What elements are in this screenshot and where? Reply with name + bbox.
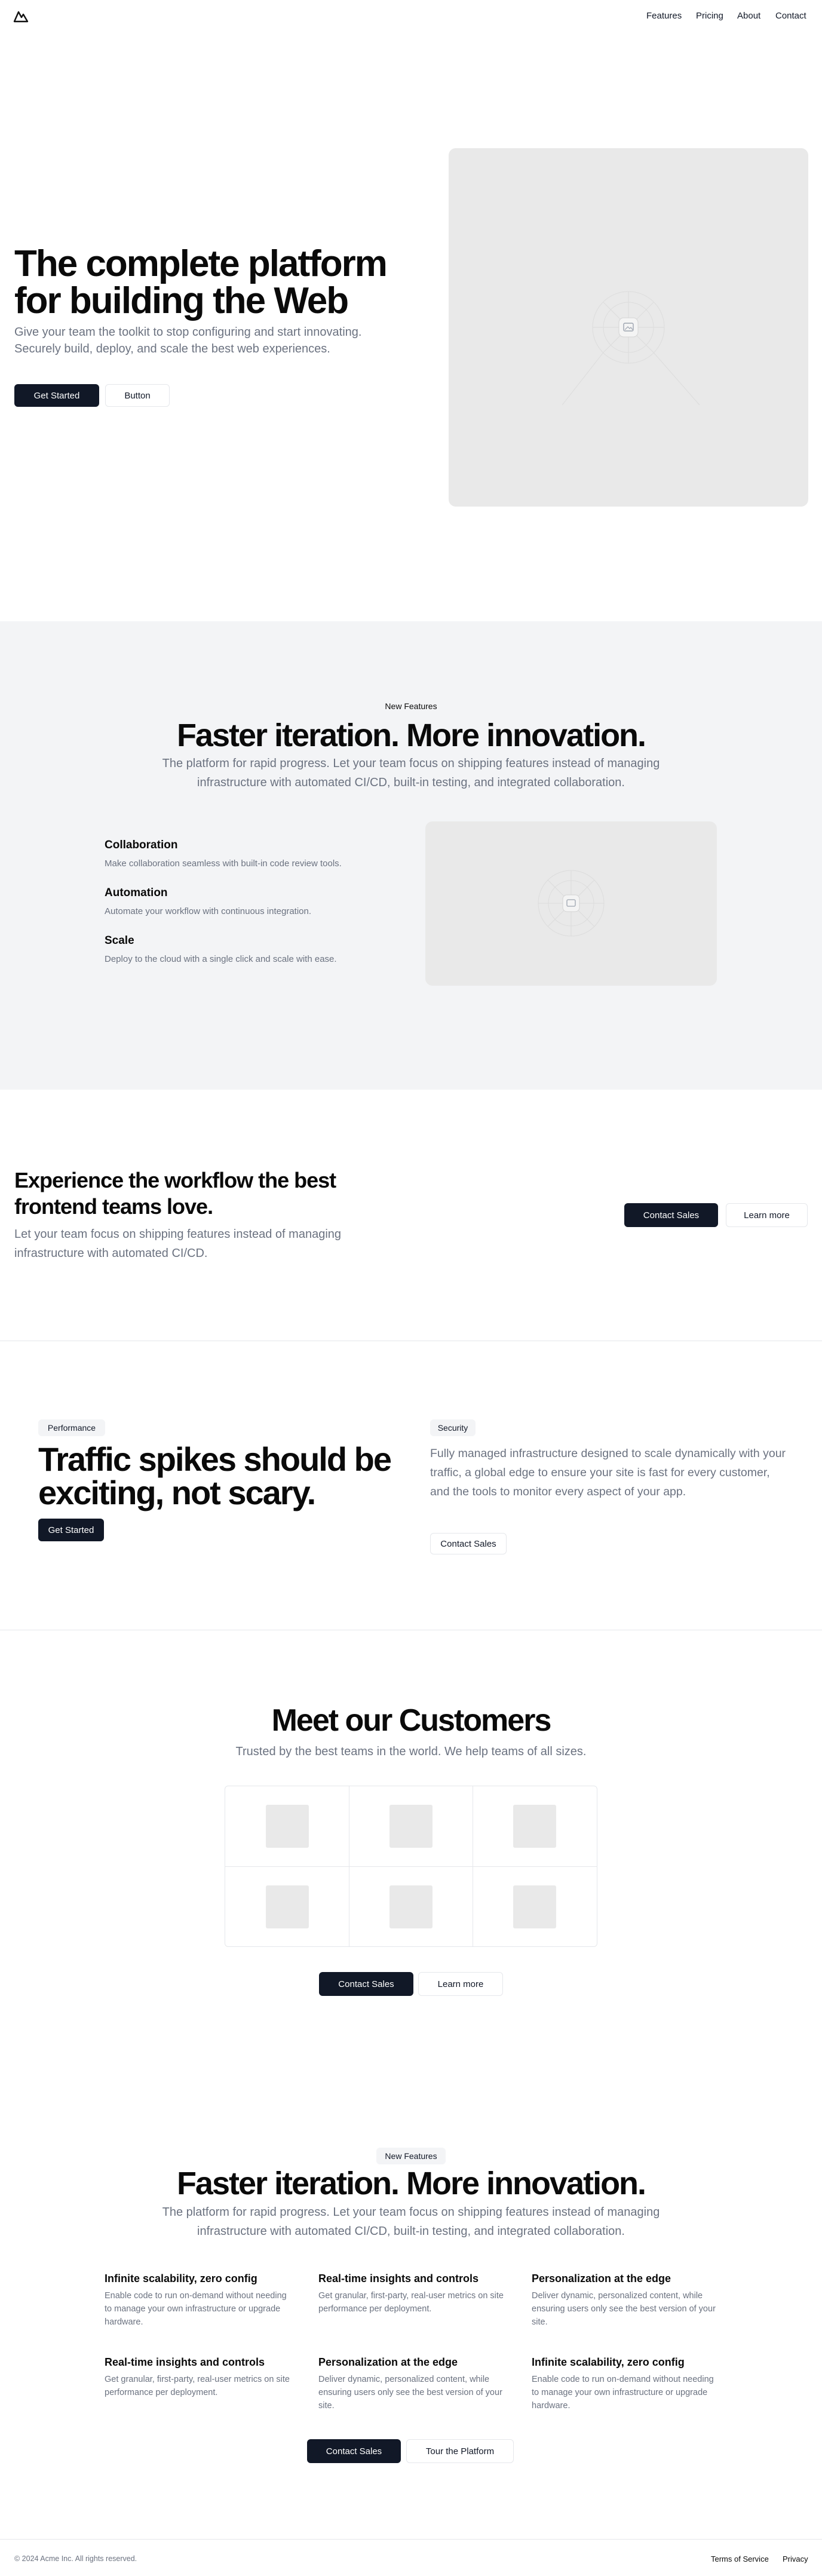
hero-image-placeholder [449, 148, 808, 507]
cta-title: Experience the workflow the best fronten… [14, 1167, 433, 1220]
footer-privacy-link[interactable]: Privacy [783, 2554, 808, 2563]
features-badge: New Features [385, 701, 437, 711]
performance-title: Traffic spikes should be exciting, not s… [38, 1443, 421, 1510]
features-subtitle: The platform for rapid progress. Let you… [162, 757, 660, 789]
features-title: Faster iteration. More innovation. [176, 717, 646, 753]
grid-feature-desc: Deliver dynamic, personalized content, w… [532, 2291, 716, 2327]
grid-feature-desc: Enable code to run on-demand without nee… [105, 2291, 287, 2327]
grid-features-title: Faster iteration. More innovation. [176, 2166, 646, 2201]
grid-feature-desc: Deliver dynamic, personalized content, w… [318, 2375, 502, 2411]
image-placeholder-icon [562, 291, 700, 406]
grid-feature-title: Real-time insights and controls [318, 2273, 479, 2284]
hero-title-line2: for building the Web [14, 280, 349, 321]
footer-terms-link[interactable]: Terms of Service [711, 2554, 769, 2563]
grid-feature-desc: Enable code to run on-demand without nee… [532, 2375, 714, 2411]
site-header: Features Pricing About Contact [0, 0, 822, 33]
performance-security-section: Performance Traffic spikes should be exc… [0, 1341, 822, 1630]
grid-feature-title: Personalization at the edge [532, 2273, 671, 2284]
feature-title: Collaboration [105, 839, 178, 851]
feature-desc: Deploy to the cloud with a single click … [105, 954, 337, 964]
grid-feature-desc: Get granular, first-party, real-user met… [318, 2291, 504, 2314]
hero-secondary-button[interactable]: Button [105, 384, 170, 407]
contact-sales-button[interactable]: Contact Sales [624, 1203, 718, 1227]
feature-desc: Make collaboration seamless with built-i… [105, 858, 342, 869]
feature-desc: Automate your workflow with continuous i… [105, 906, 312, 916]
grid-feature-title: Personalization at the edge [318, 2356, 458, 2368]
cta-section: Experience the workflow the best fronten… [0, 1090, 822, 1341]
customers-title: Meet our Customers [271, 1703, 552, 1738]
learn-more-button[interactable]: Learn more [726, 1203, 808, 1227]
grid-feature-title: Real-time insights and controls [105, 2356, 265, 2368]
image-placeholder-icon [538, 870, 605, 937]
grid-feature-title: Infinite scalability, zero config [532, 2356, 685, 2368]
nav-pricing[interactable]: Pricing [696, 11, 723, 21]
grid-features-section: New Features Faster iteration. More inno… [0, 2048, 822, 2538]
hero-title-line1: The complete platform [14, 243, 388, 284]
grid-features-subtitle: The platform for rapid progress. Let you… [162, 2206, 660, 2238]
cta-title-line1: Experience the workflow the best [14, 1168, 336, 1192]
grid-features-badge: New Features [376, 2148, 446, 2164]
customer-logo [513, 1885, 556, 1928]
customer-logo [389, 1885, 433, 1928]
hero-title: The complete platform for building the W… [14, 246, 433, 320]
performance-title-line2: exciting, not scary. [38, 1474, 316, 1511]
customer-logo [266, 1885, 309, 1928]
features-section: New Features Faster iteration. More inno… [0, 621, 822, 1090]
customer-logo [266, 1805, 309, 1848]
copyright-text: © 2024 Acme Inc. All rights reserved. [14, 2554, 137, 2563]
hero-subtitle: Give your team the toolkit to stop confi… [14, 326, 362, 355]
grid-feature-title: Infinite scalability, zero config [105, 2273, 257, 2284]
nav-about[interactable]: About [737, 11, 760, 21]
customer-logo [513, 1805, 556, 1848]
features-image-placeholder [425, 821, 717, 986]
nav-features[interactable]: Features [646, 11, 682, 21]
grid-line [225, 1866, 597, 1867]
tour-platform-button[interactable]: Tour the Platform [406, 2439, 514, 2463]
security-badge: Security [430, 1419, 476, 1436]
customer-logo-grid [225, 1786, 597, 1947]
customer-logo [389, 1805, 433, 1848]
security-text: Fully managed infrastructure designed to… [430, 1447, 786, 1498]
grid-feature-desc: Get granular, first-party, real-user met… [105, 2375, 290, 2397]
customers-subtitle: Trusted by the best teams in the world. … [235, 1745, 587, 1758]
grid-contact-sales-button[interactable]: Contact Sales [307, 2439, 401, 2463]
cta-subtitle: Let your team focus on shipping features… [14, 1228, 342, 1260]
feature-title: Automation [105, 887, 168, 899]
customers-section: Meet our Customers Trusted by the best t… [0, 1630, 822, 2048]
get-started-button[interactable]: Get Started [14, 384, 99, 407]
performance-get-started-button[interactable]: Get Started [38, 1519, 104, 1541]
feature-title: Scale [105, 934, 134, 947]
customers-learn-more-button[interactable]: Learn more [418, 1972, 503, 1996]
performance-title-line1: Traffic spikes should be [38, 1440, 392, 1478]
customers-contact-sales-button[interactable]: Contact Sales [319, 1972, 413, 1996]
security-contact-sales-button[interactable]: Contact Sales [430, 1533, 507, 1554]
mountain-logo-icon[interactable] [13, 9, 29, 23]
hero-section: The complete platform for building the W… [0, 33, 822, 621]
performance-badge: Performance [38, 1419, 105, 1436]
cta-title-line2: frontend teams love. [14, 1194, 213, 1219]
site-footer: © 2024 Acme Inc. All rights reserved. Te… [0, 2540, 822, 2576]
nav-contact[interactable]: Contact [775, 11, 806, 21]
